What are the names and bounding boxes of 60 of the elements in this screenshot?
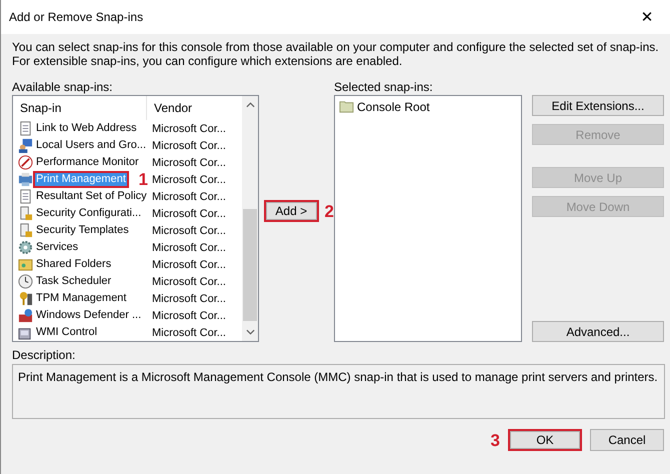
folder-icon — [339, 99, 354, 114]
snap-in-name[interactable]: TPM Management — [33, 290, 130, 307]
vendor-cell-text: Microsoft Cor... — [151, 224, 227, 236]
scroll-up-icon[interactable] — [246, 102, 254, 108]
vendor-cell-text: Microsoft Cor... — [151, 242, 227, 254]
step-number: 2 — [324, 202, 334, 220]
snap-in-name[interactable]: Shared Folders — [33, 256, 114, 273]
clock-icon — [18, 274, 33, 289]
tree-item[interactable]: Console Root — [357, 100, 430, 114]
document-icon — [18, 189, 33, 204]
vendor-cell-text: Microsoft Cor... — [151, 156, 227, 168]
snap-in-name[interactable]: Local Users and Gro... — [33, 137, 150, 154]
lock-icon — [18, 206, 33, 221]
close-button[interactable]: ✕ — [624, 0, 670, 34]
scroll-thumb[interactable] — [243, 209, 257, 321]
snap-in-name[interactable]: Task Scheduler — [33, 273, 114, 290]
step-number: 1 — [138, 171, 148, 188]
column-header[interactable]: Snap-in — [13, 96, 147, 120]
scrollbar[interactable] — [242, 96, 258, 341]
selected-label: Selected snap-ins: — [334, 80, 434, 94]
vendor-cell-text: Microsoft Cor... — [151, 140, 227, 152]
snap-in-name[interactable]: Security Configurati... — [33, 205, 144, 222]
snap-in-name[interactable]: WMI Control — [33, 324, 100, 341]
window-title: Add or Remove Snap-ins — [9, 10, 144, 24]
side-button[interactable]: Advanced... — [532, 321, 664, 342]
intro-text: You can select snap-ins for this console from those available on your computer and configure the selected set of snap-ins. For extensible snap-ins, you can configure which extensions are enabled. — [12, 40, 660, 68]
vendor-cell-text: Microsoft Cor... — [151, 190, 227, 202]
vendor-cell-text: Microsoft Cor... — [151, 208, 227, 220]
key-icon — [18, 291, 33, 306]
users-icon — [18, 138, 33, 153]
gauge-icon — [18, 155, 33, 170]
lock-icon — [18, 223, 33, 238]
vendor-cell-text: Microsoft Cor... — [151, 310, 227, 322]
column-header[interactable]: Vendor — [147, 96, 242, 120]
snap-in-name[interactable]: Resultant Set of Policy — [33, 188, 150, 205]
snap-in-name[interactable]: Security Templates — [33, 222, 132, 239]
vendor-cell-text: Microsoft Cor... — [151, 326, 227, 338]
side-button[interactable]: Edit Extensions... — [532, 95, 664, 116]
vendor-cell-text: Microsoft Cor... — [151, 276, 227, 288]
scroll-down-icon[interactable] — [246, 329, 254, 335]
snap-in-name[interactable]: Performance Monitor — [33, 154, 142, 171]
vendor-cell-text: Microsoft Cor... — [151, 258, 227, 270]
vendor-cell-text: Microsoft Cor... — [151, 292, 227, 304]
add-button[interactable]: Add > — [264, 200, 319, 222]
description-label: Description: — [12, 348, 76, 362]
available-label: Available snap-ins: — [12, 80, 114, 94]
vendor-cell-text: Microsoft Cor... — [151, 174, 227, 186]
vendor-cell-text: Microsoft Cor... — [151, 122, 227, 134]
dialog-button[interactable]: Cancel — [590, 429, 664, 451]
dialog-button[interactable]: OK — [508, 429, 582, 451]
snap-in-name[interactable]: Link to Web Address — [33, 120, 140, 137]
wall-icon — [18, 308, 33, 323]
snap-in-name[interactable]: Windows Defender ... — [33, 307, 144, 324]
step-number: 3 — [490, 432, 500, 448]
folder-icon — [18, 257, 33, 272]
gear-icon — [18, 240, 33, 255]
description-text: Print Management is a Microsoft Management Console (MMC) snap-in that is used to manage print servers and printers. — [18, 370, 658, 384]
snap-in-name[interactable]: Services — [33, 239, 82, 256]
printer-icon — [18, 172, 33, 187]
document-icon — [18, 121, 33, 136]
